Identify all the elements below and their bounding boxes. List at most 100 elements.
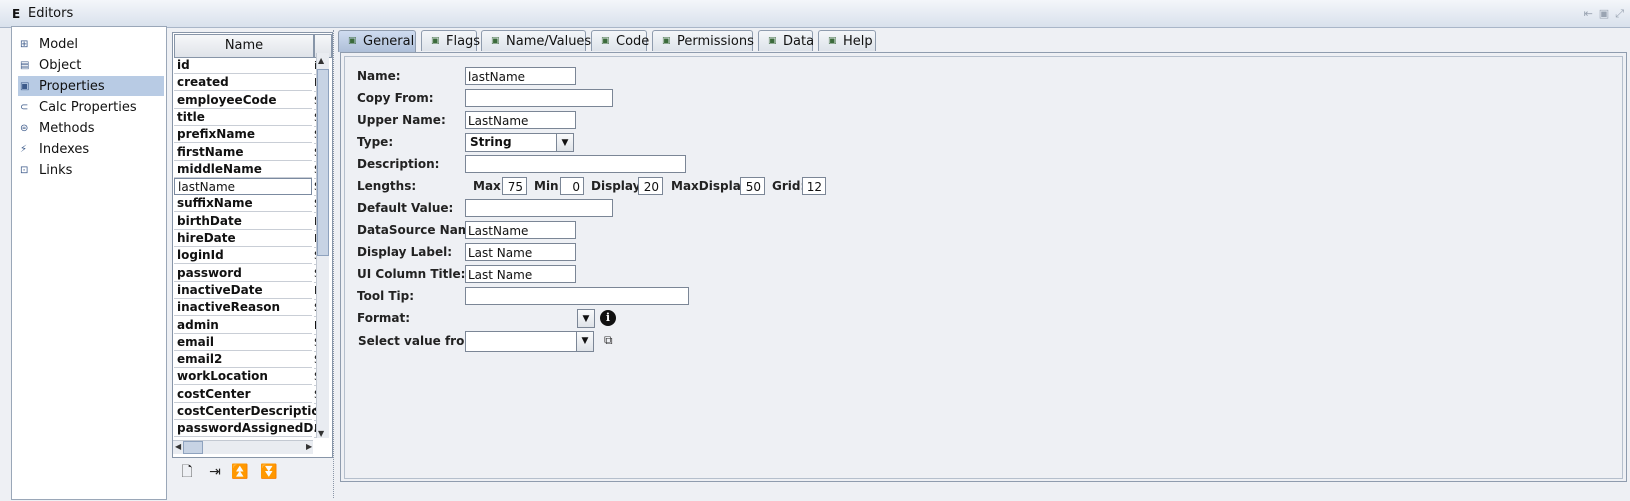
nav-item-label: Links [39,162,73,178]
open-external-icon[interactable]: ⧉ [604,333,613,348]
datasource-name-field[interactable]: LastName [465,221,576,239]
vertical-scroll-thumb[interactable] [317,69,329,256]
type-dropdown-icon[interactable]: ▼ [556,133,574,152]
info-icon[interactable]: i [600,310,616,326]
tab-icon: ▣ [601,36,610,46]
property-row[interactable]: costCenterDescription [174,403,328,420]
tab-help[interactable]: ▣ Help [818,30,876,51]
property-row[interactable]: workLocation [174,368,312,386]
window-title: Editors [28,6,74,21]
display-label-field[interactable]: Last Name [465,243,576,261]
property-row[interactable]: hireDate [174,230,312,247]
editors-icon: E [12,7,21,21]
scroll-left-icon[interactable]: ◀ [175,442,181,451]
scroll-right-icon[interactable]: ▶ [306,442,312,451]
tab-general[interactable]: ▣ General [338,30,416,52]
property-list-table: Name idincreatedDemployeeCodeStitleSpref… [172,32,333,458]
nav-item-links[interactable]: ⊡ Links [18,160,164,180]
tab-label: Name/Values [506,34,592,49]
methods-icon: ⊜ [20,122,29,134]
select-value-dropdown-icon[interactable]: ▼ [576,331,594,352]
tab-flags[interactable]: ▣ Flags [421,30,481,51]
maxdisplay-field[interactable]: 50 [740,177,765,195]
scroll-down-icon[interactable]: ▼ [318,429,324,438]
tab-label: Data [783,34,815,49]
upper-name-label: Upper Name: [357,113,446,127]
tab-code[interactable]: ▣ Code [591,30,649,51]
property-row[interactable]: lastName [174,178,312,196]
nav-item-label: Model [39,36,79,52]
display-length-field[interactable]: 20 [638,177,663,195]
tab-icon: ▣ [348,36,357,46]
upper-name-field[interactable]: LastName [465,111,576,129]
nav-item-model[interactable]: ⊞ Model [18,34,164,54]
nav-item-label: Properties [39,78,105,94]
ui-column-title-label: UI Column Title: [357,267,466,281]
property-row[interactable]: employeeCode [174,92,312,109]
property-row[interactable]: prefixName [174,126,312,144]
maximize-icon[interactable]: ▣ [1599,7,1609,21]
tab-label: Permissions [677,34,754,49]
format-dropdown-icon[interactable]: ▼ [577,309,595,328]
tab-icon: ▣ [768,36,777,46]
format-select[interactable] [465,309,578,328]
window-titlebar: E Editors ⇤ ▣ ⤢ [0,0,1630,28]
default-value-field[interactable] [465,199,613,217]
restore-icon[interactable]: ⇤ [1584,7,1593,21]
property-row[interactable]: email [174,334,312,351]
select-value-from-label: Select value from: [358,334,482,348]
move-top-icon[interactable]: ⏫ [229,461,251,483]
property-row[interactable]: id [174,57,312,74]
property-row[interactable]: loginId [174,247,312,265]
tooltip-field[interactable] [465,287,689,305]
calc-properties-icon: ⊂ [20,101,29,113]
nav-item-calc-properties[interactable]: ⊂ Calc Properties [18,97,164,117]
type-select[interactable]: String [465,133,557,152]
new-icon[interactable]: 🗋 [176,461,198,483]
description-field[interactable] [465,155,686,173]
indexes-icon: ⚡ [20,143,28,155]
description-label: Description: [357,157,440,171]
select-value-from-select[interactable] [465,331,577,352]
horizontal-scroll-thumb[interactable] [183,441,203,454]
property-row[interactable]: middleName [174,161,312,178]
property-row[interactable]: title [174,109,312,126]
tab-icon: ▣ [431,36,440,46]
nav-item-label: Object [39,57,82,73]
property-row[interactable]: created [174,74,312,92]
tab-icon: ▣ [491,36,500,46]
format-label: Format: [357,311,411,325]
insert-icon[interactable]: ⇥ [204,461,226,483]
property-row[interactable]: firstName [174,144,312,161]
name-column-header[interactable]: Name [174,34,314,58]
property-row[interactable]: inactiveDate [174,282,312,299]
grid-field[interactable]: 12 [802,177,826,195]
max-field[interactable]: 75 [502,177,527,195]
move-bottom-icon[interactable]: ⏬ [258,461,280,483]
nav-item-indexes[interactable]: ⚡ Indexes [18,139,164,159]
nav-item-object[interactable]: ▤ Object [18,55,164,75]
property-row[interactable]: inactiveReason [174,299,312,317]
property-row[interactable]: passwordAssignedD... [174,420,327,438]
tab-data[interactable]: ▣ Data [758,30,815,51]
nav-item-methods[interactable]: ⊜ Methods [18,118,164,138]
tab-name-values[interactable]: ▣ Name/Values [481,30,591,51]
property-row[interactable]: suffixName [174,195,312,213]
object-icon: ▤ [20,59,30,71]
copy-from-field[interactable] [465,89,613,107]
property-row[interactable]: costCenter [174,386,312,403]
scroll-up-icon[interactable]: ▲ [318,56,324,65]
tab-permissions[interactable]: ▣ Permissions [652,30,754,51]
property-row[interactable]: admin [174,317,312,334]
panel-splitter[interactable] [333,30,338,498]
property-row[interactable]: email2 [174,351,312,369]
min-field[interactable]: 0 [560,177,584,195]
tab-label: Flags [446,34,481,49]
nav-item-properties[interactable]: ▣ Properties [18,76,164,96]
name-field[interactable]: lastName [465,67,576,85]
property-row[interactable]: password [174,265,312,282]
tab-icon: ▣ [828,36,837,46]
property-row[interactable]: birthDate [174,213,312,230]
expand-icon[interactable]: ⤢ [1615,7,1624,21]
ui-column-title-field[interactable]: Last Name [465,265,576,283]
